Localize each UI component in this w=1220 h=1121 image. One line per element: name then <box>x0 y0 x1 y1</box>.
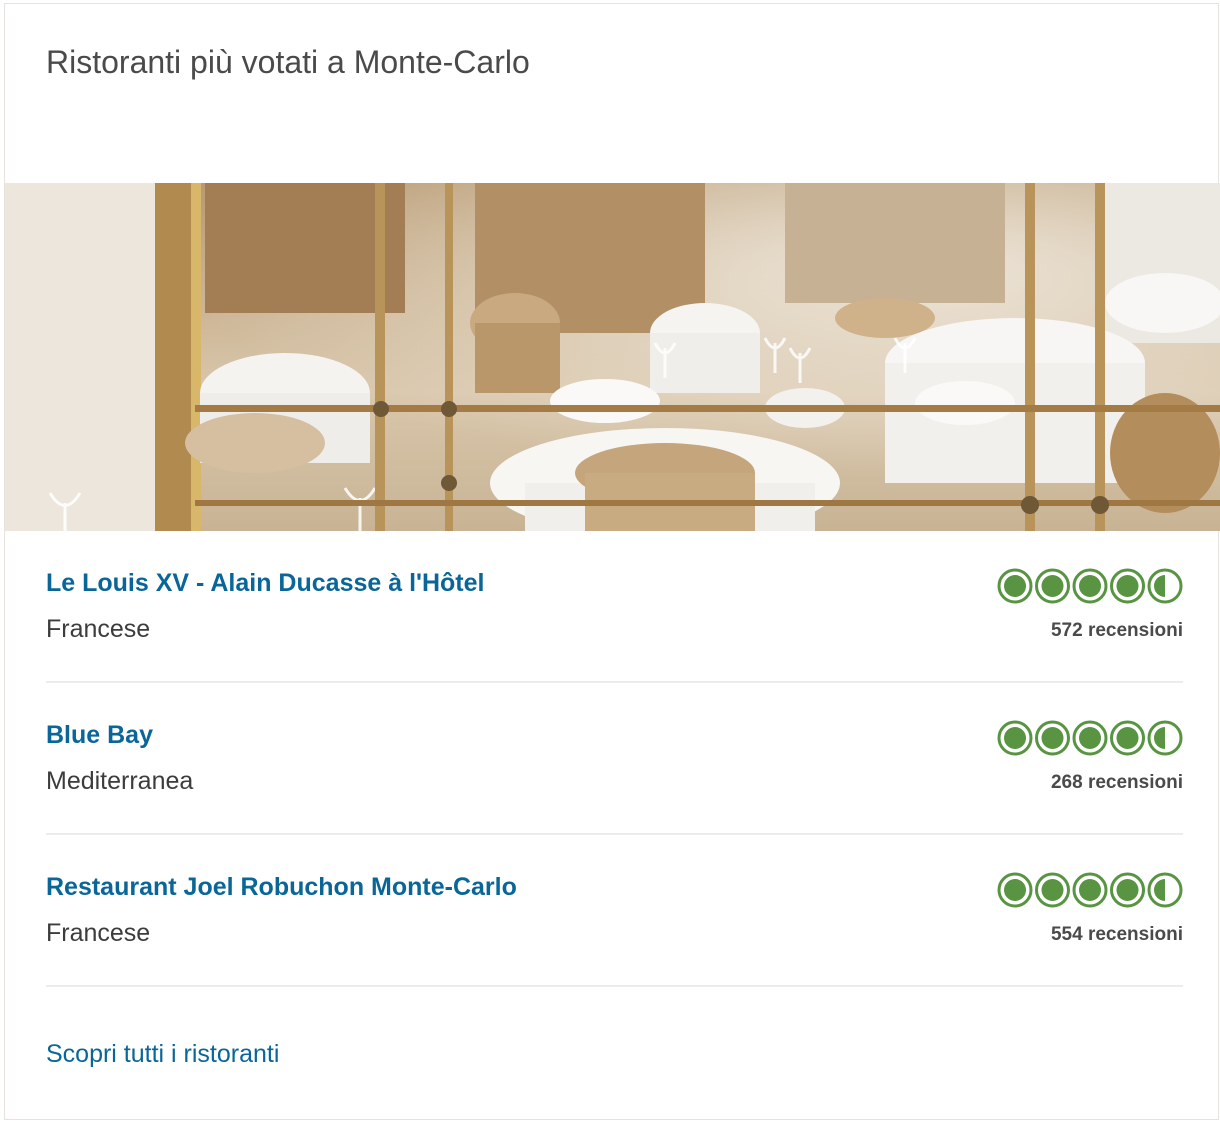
top-restaurants-card: Ristoranti più votati a Monte-Carlo Le L… <box>4 3 1220 1120</box>
bubble-rating-icon[interactable] <box>997 568 1183 604</box>
rating-bubble-fill <box>1079 727 1101 749</box>
restaurant-photo <box>5 183 1220 531</box>
see-all-restaurants-link[interactable]: Scopri tutti i ristoranti <box>46 1040 279 1069</box>
review-count-link[interactable]: 268 recensioni <box>1051 772 1183 794</box>
review-count-link[interactable]: 572 recensioni <box>1051 620 1183 642</box>
rating-bubble-fill <box>1116 727 1139 749</box>
restaurant-name-link[interactable]: Restaurant Joel Robuchon Monte-Carlo <box>46 873 517 902</box>
restaurant-name-link[interactable]: Le Louis XV - Alain Ducasse à l'Hôtel <box>46 569 484 598</box>
rating-bubble-fill <box>1004 575 1026 597</box>
rating-bubble-fill <box>1116 575 1139 597</box>
rating-bubble-fill <box>1004 727 1026 749</box>
bubble-rating-icon[interactable] <box>997 720 1183 756</box>
restaurant-name-link[interactable]: Blue Bay <box>46 721 153 750</box>
rating-bubble-fill <box>1041 575 1064 597</box>
restaurant-cuisine: Mediterranea <box>46 767 194 795</box>
bubble-rating-icon[interactable] <box>997 872 1183 908</box>
restaurant-item: Restaurant Joel Robuchon Monte-Carlo Fra… <box>46 835 1183 987</box>
hero-image[interactable] <box>5 183 1220 531</box>
rating-bubble-fill <box>1079 879 1101 901</box>
rating-bubble-fill <box>1079 575 1101 597</box>
rating-bubble-fill <box>1041 879 1064 901</box>
restaurant-item: Le Louis XV - Alain Ducasse à l'Hôtel Fr… <box>46 531 1183 683</box>
restaurant-cuisine: Francese <box>46 615 151 643</box>
widget-title: Ristoranti più votati a Monte-Carlo <box>46 44 530 80</box>
rating-bubble-fill <box>1041 727 1064 749</box>
rating-bubble-fill <box>1116 879 1139 901</box>
restaurant-cuisine: Francese <box>46 919 151 947</box>
restaurant-list: Le Louis XV - Alain Ducasse à l'Hôtel Fr… <box>46 531 1183 987</box>
rating-bubble-fill <box>1004 879 1026 901</box>
restaurant-item: Blue Bay Mediterranea 268 recensioni <box>46 683 1183 835</box>
review-count-link[interactable]: 554 recensioni <box>1051 924 1183 946</box>
